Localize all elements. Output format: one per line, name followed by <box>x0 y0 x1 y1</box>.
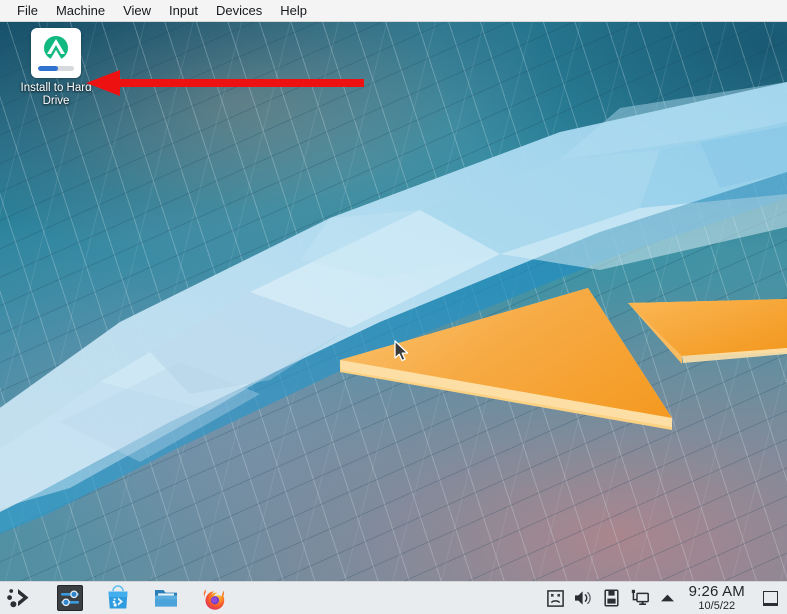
desktop-area[interactable]: Install to Hard Drive <box>0 22 787 581</box>
usb-drive-icon <box>604 589 619 607</box>
kde-plasma-launcher-icon <box>7 587 33 609</box>
desktop-icon-label: Install to Hard Drive <box>14 82 98 108</box>
taskbar-item-system-settings[interactable] <box>48 583 92 614</box>
virtualbox-vm-window: File Machine View Input Devices Help <box>0 0 787 614</box>
menu-item-help[interactable]: Help <box>271 1 316 21</box>
menu-item-machine[interactable]: Machine <box>47 1 114 21</box>
menu-item-view[interactable]: View <box>114 1 160 21</box>
show-desktop-icon <box>763 591 778 606</box>
system-tray <box>543 583 681 614</box>
speaker-icon <box>574 589 593 607</box>
clock-widget[interactable]: 9:26 AM 10/5/22 <box>689 584 745 612</box>
system-settings-icon <box>57 585 83 611</box>
discover-software-icon <box>105 585 131 611</box>
show-desktop-button[interactable] <box>755 583 785 614</box>
tray-item-expand[interactable] <box>655 583 681 614</box>
rocky-linux-installer-icon <box>40 33 72 65</box>
tray-item-devices[interactable] <box>599 583 625 614</box>
desktop-icon-install-to-hard-drive[interactable]: Install to Hard Drive <box>14 28 98 108</box>
installer-progress-fill <box>38 66 58 71</box>
application-launcher-button[interactable] <box>0 582 40 614</box>
firefox-icon <box>201 585 228 612</box>
menu-item-devices[interactable]: Devices <box>207 1 271 21</box>
clock-date: 10/5/22 <box>689 601 745 612</box>
wallpaper-orange-triangles <box>0 22 787 581</box>
taskbar-item-firefox[interactable] <box>192 583 236 614</box>
tray-item-volume[interactable] <box>571 583 597 614</box>
clock-time: 9:26 AM <box>689 584 745 599</box>
menubar: File Machine View Input Devices Help <box>0 0 787 22</box>
network-wired-icon <box>631 589 649 607</box>
taskbar-item-discover[interactable] <box>96 583 140 614</box>
folder-icon <box>153 585 179 611</box>
chevron-up-icon <box>660 592 675 604</box>
taskbar-app-launchers <box>48 583 236 614</box>
taskbar: 9:26 AM 10/5/22 <box>0 581 787 614</box>
menu-item-file[interactable]: File <box>8 1 47 21</box>
installer-progress-track <box>38 66 74 71</box>
tray-item-network[interactable] <box>627 583 653 614</box>
menu-item-input[interactable]: Input <box>160 1 207 21</box>
taskbar-item-file-manager[interactable] <box>144 583 188 614</box>
desktop-icon-tile <box>31 28 81 78</box>
clipboard-empty-icon <box>547 590 564 607</box>
tray-item-clipboard[interactable] <box>543 583 569 614</box>
